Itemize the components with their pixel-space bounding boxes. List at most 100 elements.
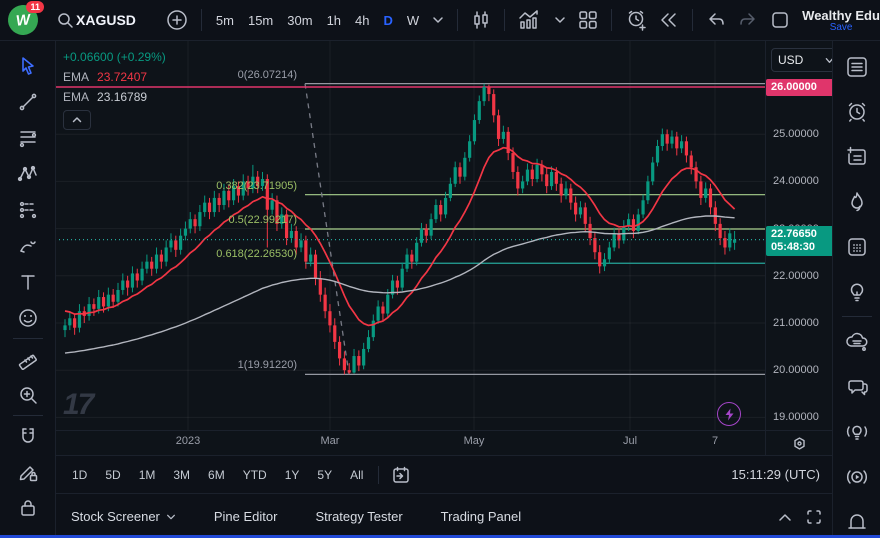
candle [733,231,736,250]
chat-button[interactable] [838,364,876,409]
streams-button[interactable] [838,454,876,499]
notifications-button[interactable] [838,499,876,538]
interval-daily[interactable]: D [377,13,400,28]
range-1y[interactable]: 1Y [276,468,309,482]
candle [92,298,95,315]
range-all[interactable]: All [341,468,372,482]
candle [420,223,423,247]
candle [174,236,177,257]
price-axis[interactable]: USD 25.0000024.0000023.0000022.0000021.0… [765,40,833,455]
stock-screener-tab[interactable]: Stock Screener [71,509,176,524]
ema-legend-row[interactable]: EMA23.16789 [63,90,166,104]
lock-all-drawings-button[interactable] [9,490,47,526]
interval-30m[interactable]: 30m [280,13,319,28]
candle [690,151,693,175]
ema-line[interactable] [65,216,735,353]
interval-weekly[interactable]: W [400,13,426,28]
symbol-search-button[interactable]: XAGUSD [50,6,146,34]
range-6m[interactable]: 6M [199,468,234,482]
zoom-in-tool[interactable] [9,377,47,413]
create-alert-button[interactable] [619,6,653,34]
interval-menu-button[interactable] [426,6,450,34]
market-status-button[interactable] [717,402,741,426]
stay-in-drawing-mode-button[interactable] [9,454,47,490]
range-5d[interactable]: 5D [96,468,129,482]
layout-title-block[interactable]: Wealthy Educa Save [802,8,880,33]
range-1m[interactable]: 1M [130,468,165,482]
alerts-button[interactable] [838,89,876,134]
strategy-tester-tab[interactable]: Strategy Tester [315,509,402,524]
indicator-templates-button[interactable] [548,6,572,34]
notes-button[interactable] [838,134,876,179]
legend-collapse-button[interactable] [63,110,91,130]
ideas-stream-button[interactable] [838,409,876,454]
account-avatar[interactable]: W 11 [8,5,38,35]
pine-editor-tab[interactable]: Pine Editor [214,509,278,524]
ema-line[interactable] [65,148,735,326]
measure-tool[interactable] [9,341,47,377]
session-clock[interactable]: 15:11:29 (UTC) [731,467,820,482]
time-axis-label: May [464,435,485,447]
interval-1h[interactable]: 1h [320,13,348,28]
collapse-chevron-up-icon[interactable] [778,512,792,522]
interval-15m[interactable]: 15m [241,13,280,28]
undo-button[interactable] [700,6,732,34]
indicators-button[interactable] [512,6,548,34]
hotlists-button[interactable] [838,179,876,224]
candle [641,195,644,219]
time-axis[interactable]: 2023MarMayJul7 [55,430,765,456]
candle [680,135,683,153]
divider [13,415,43,416]
calendar-button[interactable] [838,224,876,269]
chart-style-button[interactable] [465,6,497,34]
range-3m[interactable]: 3M [164,468,199,482]
interval-5m[interactable]: 5m [209,13,241,28]
goto-date-button[interactable] [385,461,417,489]
range-ytd[interactable]: YTD [234,468,276,482]
range-5y[interactable]: 5Y [308,468,341,482]
notification-badge: 11 [26,1,44,13]
notifications-bell-icon [845,510,869,534]
pattern-tool[interactable] [9,156,47,192]
currency-selector[interactable]: USD [771,48,841,72]
text-tool[interactable] [9,264,47,300]
emoji-tool[interactable] [9,300,47,336]
indicators-icon [518,9,542,31]
ema-value: 23.72407 [97,70,147,84]
cursor-tool[interactable] [9,48,47,84]
notes-plus-icon [845,145,869,169]
undo-icon [706,11,726,29]
candle [73,314,76,335]
compare-add-button[interactable] [160,6,194,34]
trend-line-tool[interactable] [9,84,47,120]
layout-grid-button[interactable] [572,6,604,34]
divider [504,9,505,31]
trading-panel-tab[interactable]: Trading Panel [441,509,521,524]
brush-tool[interactable] [9,228,47,264]
interval-4h[interactable]: 4h [348,13,376,28]
bar-replay-button[interactable] [653,6,685,34]
minds-button[interactable] [838,319,876,364]
redo-button[interactable] [732,6,764,34]
fib-retracement-icon [17,127,39,149]
divider [611,9,612,31]
ruler-icon [17,348,39,370]
projection-tool[interactable] [9,192,47,228]
candle [531,165,534,186]
magnet-mode-button[interactable] [9,418,47,454]
chart-plot-area[interactable]: +0.06600 (+0.29%) EMA23.72407 EMA23.1678… [55,40,765,430]
ideas-button[interactable] [838,269,876,314]
candle [381,302,384,321]
time-axis-label: Jul [623,435,637,447]
time-axis-label: Mar [321,435,340,447]
candle [675,132,678,156]
range-1d[interactable]: 1D [63,468,96,482]
ema-legend-row[interactable]: EMA23.72407 [63,70,166,84]
watchlist-button[interactable] [838,44,876,89]
save-layout-button[interactable] [764,6,796,34]
save-link[interactable]: Save [802,22,880,33]
axis-settings-corner[interactable] [766,430,833,456]
maximize-panel-icon[interactable] [806,509,822,525]
replay-icon [659,11,679,29]
fib-retracement-tool[interactable] [9,120,47,156]
